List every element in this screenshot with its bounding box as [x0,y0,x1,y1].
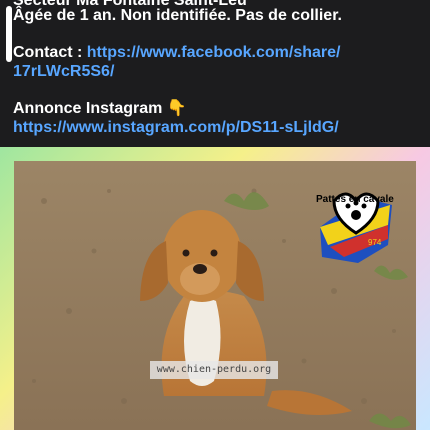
facebook-link-continued[interactable]: 17rLWcR5S6/ [13,62,114,82]
contact-label: Contact : [13,44,87,61]
scroll-indicator[interactable] [6,6,12,62]
logo-text: Pattes en cavale [316,194,394,205]
instagram-link[interactable]: https://www.instagram.com/p/DS11-sLjldG/ [13,118,339,138]
contact-line: Contact : https://www.facebook.com/share… [13,43,340,63]
age-line: Âgée de 1 an. Non identifiée. Pas de col… [13,7,342,24]
logo-number: 974 [368,238,382,247]
instagram-label: Annonce Instagram 👇 [13,100,187,117]
photo-frame: 974 Pattes en cavale www.chien-perdu.org [0,147,430,430]
facebook-link[interactable]: https://www.facebook.com/share/ [87,44,341,61]
watermark: www.chien-perdu.org [150,361,278,379]
dog-photo[interactable]: 974 Pattes en cavale www.chien-perdu.org [14,161,416,430]
